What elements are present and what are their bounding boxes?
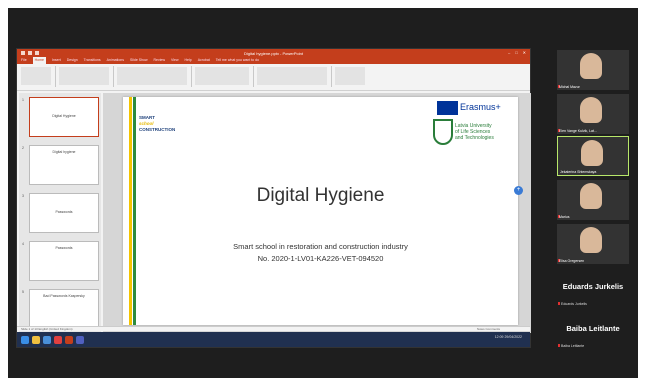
mic-muted-icon: [558, 302, 560, 305]
edge-icon[interactable]: [43, 335, 51, 344]
participant-face: [580, 227, 602, 253]
drawing-group[interactable]: [257, 67, 327, 85]
participant-video[interactable]: Elisa Gregersen: [557, 224, 629, 264]
tab-transitions[interactable]: Transitions: [84, 57, 101, 64]
slide-thumbnail[interactable]: 2 Digital hygiene: [22, 145, 99, 185]
share-tray-icon[interactable]: +: [514, 186, 523, 195]
slide-thumbnails-pane: 1 Digital Hygiene 2 Digital hygiene 3 Passw…: [19, 93, 101, 333]
windows-start-icon[interactable]: [21, 335, 29, 344]
tab-view[interactable]: View: [171, 57, 179, 64]
ribbon: [17, 64, 530, 91]
llu-logo: Latvia University of Life Sciences and Tec…: [433, 119, 517, 147]
font-group[interactable]: [117, 67, 187, 85]
tab-home[interactable]: Home: [32, 57, 46, 64]
participant-video[interactable]: Michal Mazur: [557, 50, 629, 90]
powerpoint-icon[interactable]: [65, 335, 73, 344]
tab-animations[interactable]: Animations: [107, 57, 124, 64]
slide-subtitle[interactable]: Smart school in restoration and construc…: [123, 242, 518, 251]
participant-list: Michal Mazur Elen Vange Kulvik, Lat... J…: [557, 50, 629, 350]
tell-me-search[interactable]: Tell me what you want to do: [216, 57, 259, 64]
tab-slide-show[interactable]: Slide Show: [130, 57, 148, 64]
tab-help[interactable]: Help: [185, 57, 192, 64]
maximize-icon[interactable]: □: [515, 50, 517, 55]
participant-video[interactable]: Elen Vange Kulvik, Lat...: [557, 94, 629, 134]
ribbon-tabs: File Home Insert Design Transitions Anim…: [17, 57, 530, 64]
slide-editor-area: SMART school CONSTRUCTION Erasmus+ Latvi…: [103, 93, 531, 333]
participant-face: [581, 140, 603, 166]
status-bar: Slide 1 of 13 English (United Kingdom) No…: [17, 326, 530, 331]
participant-video[interactable]: Marius: [557, 180, 629, 220]
participant-video-speaking[interactable]: Jekaterina Shtemskaya: [557, 136, 629, 176]
editing-group[interactable]: [335, 67, 365, 85]
tab-review[interactable]: Review: [154, 57, 165, 64]
paragraph-group[interactable]: [195, 67, 249, 85]
slide-thumbnail[interactable]: 5 Bad Passwords Kaspersky: [22, 289, 99, 329]
participant-no-video[interactable]: Eduards Jurkelis Eduards Jurkelis: [557, 270, 629, 308]
tab-acrobat[interactable]: Acrobat: [198, 57, 210, 64]
slide-thumbnail[interactable]: 1 Digital Hygiene: [22, 97, 99, 137]
shared-powerpoint-window: Digital hygiene.pptx - PowerPoint – □ ✕ Fi…: [16, 48, 531, 348]
participant-face: [580, 53, 602, 79]
tab-design[interactable]: Design: [67, 57, 78, 64]
erasmus-logo: Erasmus+: [437, 101, 515, 115]
smart-school-logo: SMART school CONSTRUCTION: [139, 115, 176, 132]
tab-file[interactable]: File: [21, 57, 27, 64]
slides-group[interactable]: [59, 67, 109, 85]
minimize-icon[interactable]: –: [508, 50, 510, 55]
current-slide[interactable]: SMART school CONSTRUCTION Erasmus+ Latvi…: [123, 97, 518, 325]
title-bar: Digital hygiene.pptx - PowerPoint – □ ✕: [17, 49, 530, 57]
participant-no-video[interactable]: Baiba Leitlante Baiba Leitlante: [557, 312, 629, 350]
windows-taskbar: 12:09 29/04/2022: [17, 332, 530, 347]
system-tray: 12:09 29/04/2022: [494, 335, 522, 339]
chrome-icon[interactable]: [54, 335, 62, 344]
participant-face: [580, 97, 602, 123]
close-icon[interactable]: ✕: [523, 50, 526, 55]
crest-icon: [433, 119, 453, 145]
tab-insert[interactable]: Insert: [52, 57, 61, 64]
eu-flag-icon: [437, 101, 458, 115]
mic-muted-icon: [558, 344, 560, 347]
clipboard-group[interactable]: [21, 67, 51, 85]
explorer-icon[interactable]: [32, 335, 40, 344]
teams-icon[interactable]: [76, 335, 84, 344]
project-number[interactable]: No. 2020-1-LV01-KA226-VET-094520: [123, 254, 518, 263]
participant-face: [580, 183, 602, 209]
slide-thumbnail[interactable]: 3 Passwords: [22, 193, 99, 233]
screen: Digital hygiene.pptx - PowerPoint – □ ✕ Fi…: [0, 0, 646, 386]
slide-title[interactable]: Digital Hygiene: [123, 185, 518, 207]
slide-thumbnail[interactable]: 4 Passwords: [22, 241, 99, 281]
window-title: Digital hygiene.pptx - PowerPoint: [244, 50, 303, 56]
